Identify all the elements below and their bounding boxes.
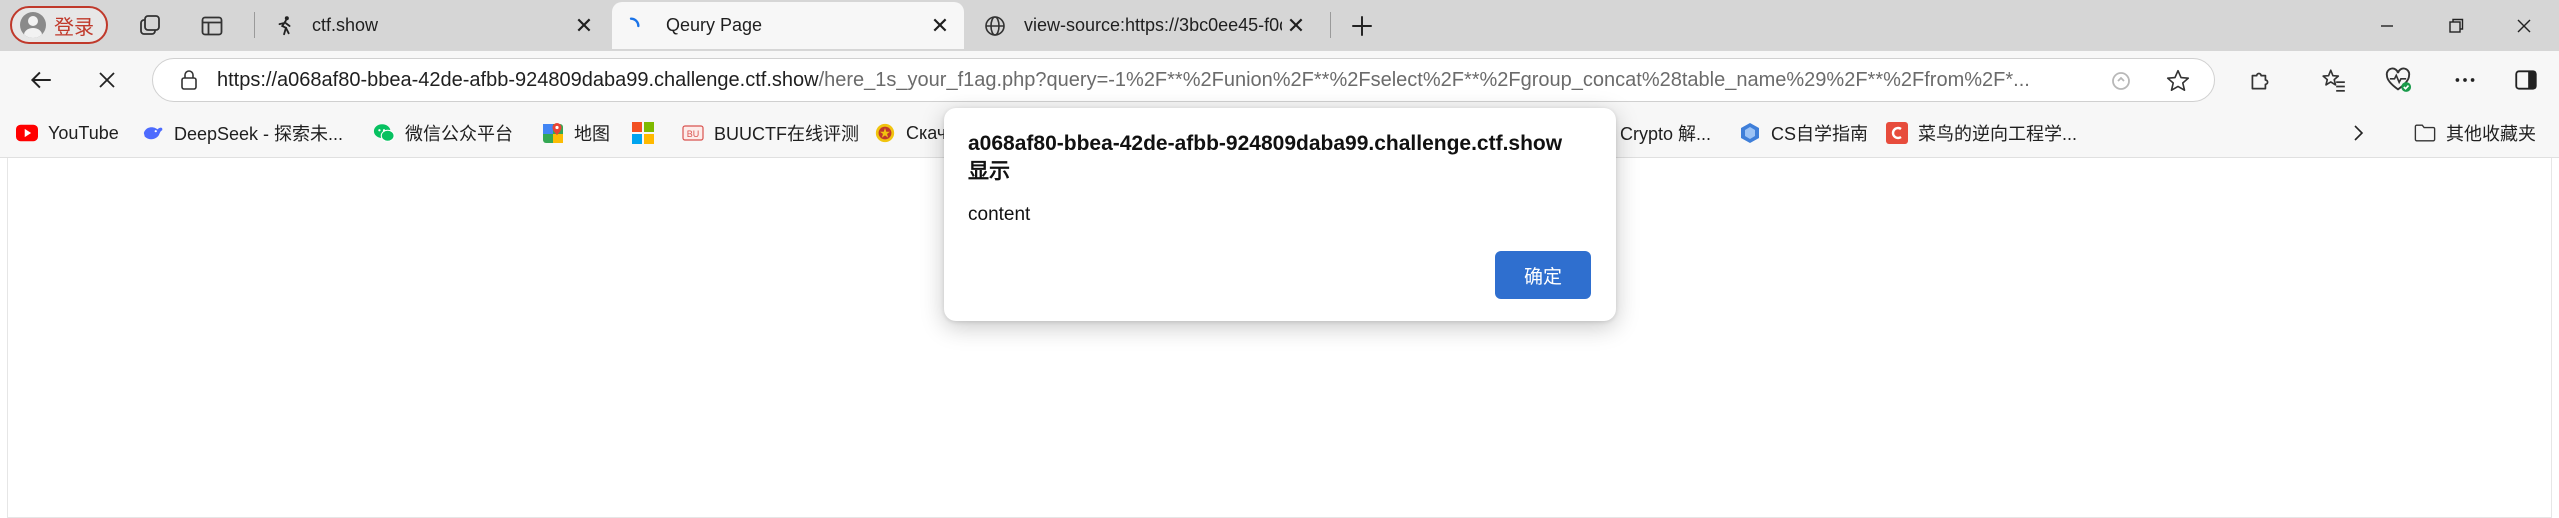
profile-button[interactable]: 登录 [10,6,108,44]
bookmark-reverse-engineering[interactable]: 菜鸟的逆向工程学... [1886,118,2077,148]
tab-separator [254,12,255,38]
close-icon[interactable]: ✕ [570,12,598,40]
chevron-right-icon [2354,125,2364,141]
url-host: https://a068af80-bbea-42de-afbb-924809da… [217,68,819,91]
bookmark-label: Скач [906,122,947,143]
emblem-icon [874,122,896,144]
dialog-says: 显示 [968,160,1010,183]
dialog-origin: a068af80-bbea-42de-afbb-924809daba99.cha… [968,132,1563,155]
bookmark-label: DeepSeek - 探索未... [174,124,344,144]
back-arrow-icon [30,71,51,89]
tab-title: ctf.show [312,15,379,35]
bookmark-label: BUUCTF在线评测 [714,124,859,144]
bookmark-crypto[interactable]: Crypto 解... [1620,118,1711,148]
tab-title: view-source:https://3bc0ee45-f0d [1024,15,1282,35]
bookmarks-overflow-button[interactable] [2348,118,2368,148]
bookmark-youtube[interactable]: YouTube [16,118,119,148]
folder-icon [2414,122,2436,144]
heart-pulse-icon [2385,67,2412,92]
puzzle-icon [2251,72,2269,90]
bookmark-microsoft[interactable] [632,118,664,148]
extensions-button[interactable] [2241,61,2279,99]
bookmark-label: YouTube [48,122,119,143]
avatar-icon [20,12,46,38]
tab-actions-button[interactable] [196,10,228,42]
refresh-site-icon[interactable] [2102,59,2140,103]
tab-actions-icon [201,16,223,36]
bookmark-label: 微信公众平台 [405,124,513,144]
other-bookmarks-folder[interactable]: 其他收藏夹 [2414,118,2536,148]
bookmark-map[interactable]: 地图 [542,118,610,148]
settings-menu-button[interactable] [2446,61,2484,99]
tab-view-source[interactable]: view-source:https://3bc0ee45-f0d ✕ [968,2,1320,49]
bookmark-label: Crypto 解... [1620,124,1712,144]
new-tab-button[interactable] [1346,10,1378,42]
close-icon[interactable]: ✕ [926,12,954,40]
back-button[interactable] [22,61,60,99]
address-bar[interactable]: https://a068af80-bbea-42de-afbb-924809da… [152,58,2215,102]
restore-icon [2449,18,2464,33]
tab-query-page[interactable]: Qeury Page ✕ [612,2,964,49]
favorite-star-icon[interactable] [2159,59,2197,103]
minimize-button[interactable] [2367,8,2407,44]
svg-text:BU: BU [687,129,700,139]
wechat-icon [373,122,395,144]
bookmark-cs-guide[interactable]: CS自学指南 [1739,118,1868,148]
bookmark-buuctf[interactable]: BU BUUCTF在线评测 [682,118,859,148]
close-window-icon [2517,19,2531,33]
more-dots-icon [2455,78,2475,82]
browser-essentials-button[interactable] [2379,61,2417,99]
bookmark-wechat[interactable]: 微信公众平台 [373,118,513,148]
navigation-toolbar: https://a068af80-bbea-42de-afbb-924809da… [0,51,2559,108]
sidebar-icon [2515,70,2537,90]
restore-button[interactable] [2436,8,2476,44]
url-path: /here_1s_your_f1ag.php?query=-1%2F**%2Fu… [818,68,2030,91]
plus-icon [1352,16,1372,36]
tab-ctfshow[interactable]: ctf.show ✕ [258,2,608,49]
tab-separator [1330,12,1331,38]
globe-icon [982,13,1008,39]
buuctf-icon: BU [682,122,704,144]
deepseek-icon [142,122,164,144]
bookmark-deepseek[interactable]: DeepSeek - 探索未... [142,118,343,148]
c-letter-icon [1886,122,1908,144]
bookmark-label: CS自学指南 [1771,124,1869,144]
favorites-button[interactable] [2315,61,2353,99]
microsoft-icon [632,122,654,144]
bookmark-label: 地图 [574,124,610,144]
tab-title: Qeury Page [666,15,763,35]
dialog-ok-button[interactable]: 确定 [1495,251,1591,299]
sidebar-toggle-button[interactable] [2507,61,2545,99]
url-text: https://a068af80-bbea-42de-afbb-924809da… [217,69,2097,92]
favorites-list-icon [2322,69,2345,92]
minimize-icon [2381,25,2393,27]
bookmark-label: 菜鸟的逆向工程学... [1918,124,2078,144]
runner-icon [272,13,298,39]
profile-label: 登录 [54,16,94,39]
youtube-icon [16,122,38,144]
loading-icon [618,13,644,39]
map-icon [542,122,564,144]
stop-loading-button[interactable] [88,61,126,99]
cs-icon [1739,122,1761,144]
stop-icon [99,72,115,88]
bookmark-emblem[interactable]: Скач [874,118,946,148]
tab-strip: 登录 ctf.show ✕ Qeury Page ✕ view-source:h… [0,0,2559,51]
alert-dialog: a068af80-bbea-42de-afbb-924809daba99.cha… [944,108,1616,321]
close-icon[interactable]: ✕ [1282,12,1310,40]
workspaces-icon [140,15,160,35]
other-bookmarks-label: 其他收藏夹 [2446,124,2536,144]
lock-icon[interactable] [175,66,203,94]
dialog-message: content [968,204,1031,225]
close-window-button[interactable] [2504,8,2544,44]
workspaces-button[interactable] [134,10,166,42]
